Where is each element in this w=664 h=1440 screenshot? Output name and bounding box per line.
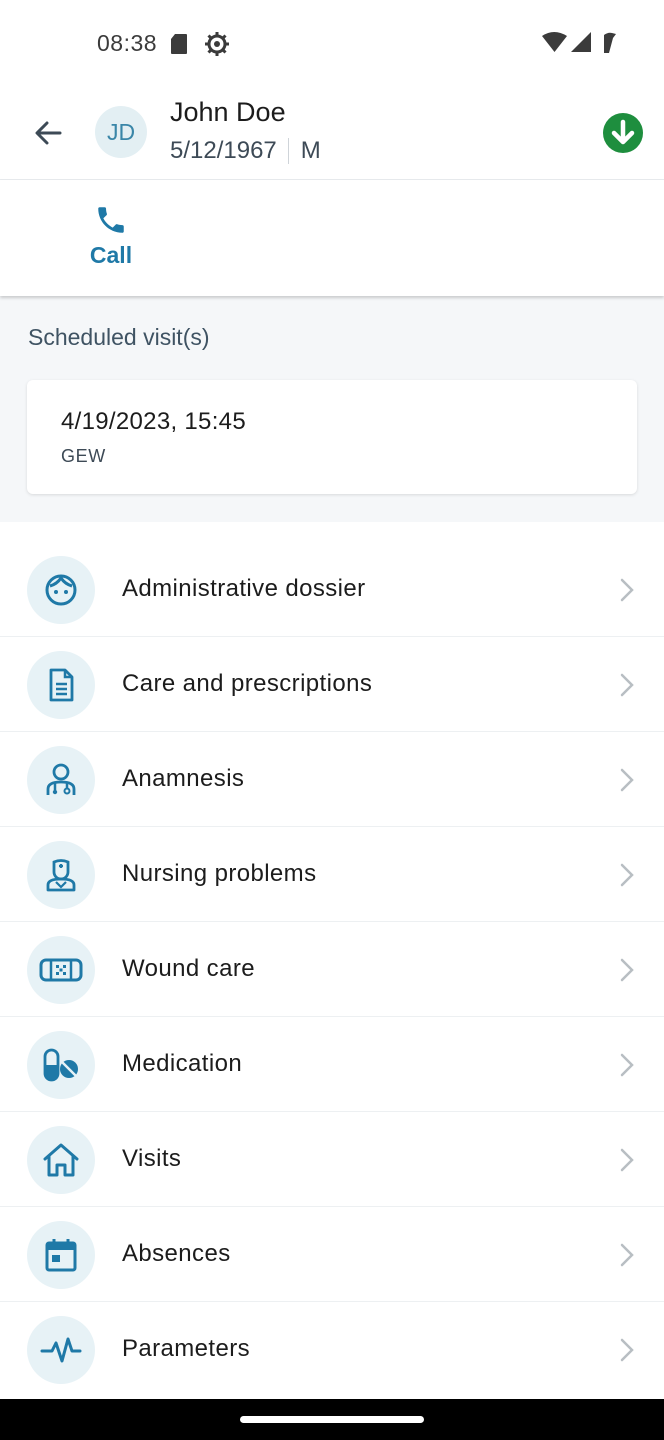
- menu-item-absences[interactable]: Absences: [0, 1207, 664, 1302]
- chevron-right-icon: [620, 1148, 634, 1177]
- avatar: JD: [95, 106, 147, 158]
- phone-icon: [98, 207, 124, 233]
- chevron-right-icon: [620, 1243, 634, 1272]
- signal-icon: [571, 32, 591, 52]
- doctor-icon: [27, 746, 95, 814]
- menu-item-visits[interactable]: Visits: [0, 1112, 664, 1207]
- face-icon: [27, 556, 95, 624]
- wifi-icon: [542, 32, 567, 52]
- chevron-right-icon: [620, 1338, 634, 1367]
- menu-item-label: Absences: [122, 1240, 231, 1267]
- chevron-right-icon: [620, 578, 634, 607]
- menu-item-care-and-prescriptions[interactable]: Care and prescriptions: [0, 637, 664, 732]
- call-label: Call: [89, 242, 133, 268]
- visit-card[interactable]: 4/19/2023, 15:45 GEW: [27, 380, 637, 494]
- menu-item-medication[interactable]: Medication: [0, 1017, 664, 1112]
- status-indicators: [540, 31, 620, 60]
- menu-item-label: Medication: [122, 1050, 243, 1077]
- patient-header: JD John Doe 5/12/1967 M: [0, 88, 664, 180]
- visit-datetime: 4/19/2023, 15:45: [61, 408, 246, 435]
- calendar-icon: [27, 1221, 95, 1289]
- chevron-right-icon: [620, 768, 634, 797]
- menu-item-label: Visits: [122, 1145, 182, 1172]
- back-button[interactable]: [28, 113, 68, 153]
- gender: M: [300, 137, 321, 164]
- menu-item-label: Administrative dossier: [122, 575, 366, 602]
- menu-item-label: Anamnesis: [122, 765, 245, 792]
- menu-item-parameters[interactable]: Parameters: [0, 1302, 664, 1397]
- home-icon: [27, 1126, 95, 1194]
- sd-card-icon: [170, 33, 188, 60]
- section-title: Scheduled visit(s): [28, 324, 210, 350]
- nurse-icon: [27, 841, 95, 909]
- call-button[interactable]: Call: [80, 200, 142, 276]
- menu-item-label: Nursing problems: [122, 860, 317, 887]
- home-gesture-handle[interactable]: [240, 1416, 424, 1423]
- menu-item-label: Wound care: [122, 955, 255, 982]
- chevron-right-icon: [620, 863, 634, 892]
- chevron-right-icon: [620, 673, 634, 702]
- chevron-right-icon: [620, 1053, 634, 1082]
- sync-status-button[interactable]: [603, 113, 643, 153]
- menu-item-label: Parameters: [122, 1335, 251, 1362]
- scheduled-visits-section: Scheduled visit(s) 4/19/2023, 15:45 GEW: [0, 296, 664, 522]
- birth-date: 5/12/1967: [170, 137, 277, 164]
- menu-item-nursing-problems[interactable]: Nursing problems: [0, 827, 664, 922]
- bandage-icon: [27, 936, 95, 1004]
- menu-item-anamnesis[interactable]: Anamnesis: [0, 732, 664, 827]
- pulse-icon: [27, 1316, 95, 1384]
- divider: [287, 138, 289, 164]
- visit-code: GEW: [61, 446, 106, 466]
- menu-item-label: Care and prescriptions: [122, 670, 373, 697]
- status-time: 08:38: [97, 30, 158, 56]
- patient-menu: Administrative dossier Care and prescrip…: [0, 542, 664, 1397]
- download-arrow-icon: [603, 113, 643, 153]
- settings-notification-icon: [204, 31, 230, 62]
- pills-icon: [27, 1031, 95, 1099]
- menu-item-administrative-dossier[interactable]: Administrative dossier: [0, 542, 664, 637]
- document-icon: [27, 651, 95, 719]
- system-navigation-bar: [0, 1399, 664, 1440]
- action-bar: Call: [0, 180, 664, 296]
- chevron-right-icon: [620, 958, 634, 987]
- status-bar: 08:38: [0, 0, 664, 88]
- menu-item-wound-care[interactable]: Wound care: [0, 922, 664, 1017]
- battery-icon: [604, 32, 616, 53]
- arrow-left-icon: [35, 121, 62, 145]
- patient-name: John Doe: [170, 97, 286, 127]
- patient-meta: 5/12/1967 M: [170, 137, 321, 165]
